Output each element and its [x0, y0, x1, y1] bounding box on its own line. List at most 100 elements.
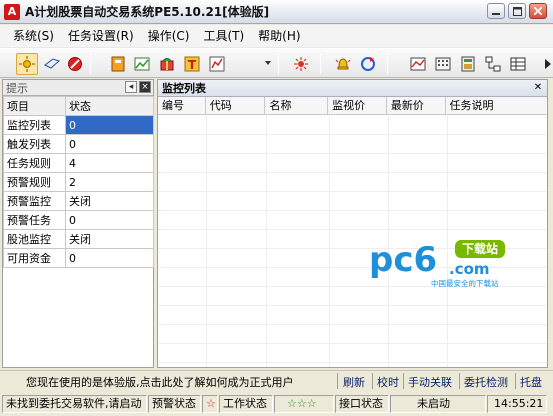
register-icon — [461, 56, 475, 72]
toolbar-tag-button[interactable] — [41, 53, 63, 75]
table-row[interactable]: 监控列表 0 — [3, 115, 154, 135]
alert-star-icon: ☆ — [202, 395, 218, 413]
toolbar-chart-button[interactable] — [131, 53, 153, 75]
interface-status-label: 接口状态 — [335, 395, 389, 413]
table-row[interactable]: 触发列表 0 — [3, 134, 154, 154]
toolbar-book-button[interactable] — [107, 53, 129, 75]
hint-panel-title: 提示 — [6, 81, 28, 95]
interface-status-value: 未启动 — [390, 395, 486, 413]
restore-icon — [512, 6, 522, 16]
close-icon — [534, 7, 542, 15]
toolbar-alert-button[interactable] — [332, 53, 354, 75]
table-row[interactable]: 预警规则 2 — [3, 172, 154, 192]
minimize-button[interactable] — [487, 3, 505, 19]
table-icon — [510, 57, 526, 71]
title-bar: A A计划股票自动交易系统PE5.10.21[体验版] — [0, 0, 553, 24]
row-value: 0 — [65, 115, 154, 135]
row-value: 关闭 — [65, 191, 154, 211]
hint-panel: 提示 ◂ × 项目 状态 监控列表 0 触发列表 0 任务规则 4 预警规则 2… — [2, 79, 154, 368]
toolbar-t-button[interactable]: T — [181, 53, 203, 75]
column-header-latest-price[interactable]: 最新价 — [387, 97, 446, 114]
column-header-name[interactable]: 名称 — [265, 97, 329, 114]
close-icon[interactable]: ✕ — [532, 82, 544, 94]
window-title: A计划股票自动交易系统PE5.10.21[体验版] — [25, 5, 270, 19]
monitor-grid-header: 编号 代码 名称 监视价 最新价 任务说明 — [158, 97, 547, 115]
menu-system[interactable]: 系统(S) — [6, 26, 61, 46]
row-name: 触发列表 — [3, 134, 66, 154]
alert-status-label: 预警状态 — [148, 395, 201, 413]
svg-text:.com: .com — [449, 260, 490, 278]
column-header-watch-price[interactable]: 监视价 — [328, 97, 387, 114]
row-value: 4 — [65, 153, 154, 173]
pc6-watermark-logo: pc6 下载站 .com 中国最安全的下载站 — [369, 237, 515, 289]
order-detect-link[interactable]: 委托检测 — [464, 374, 508, 390]
toolbar-refresh-button[interactable] — [357, 53, 379, 75]
toolbar-burst-button[interactable] — [290, 53, 312, 75]
toolbar-register-button[interactable] — [457, 53, 479, 75]
column-header-id[interactable]: 编号 — [158, 97, 206, 114]
sun-icon — [19, 56, 35, 72]
row-value: 2 — [65, 172, 154, 192]
toolbar-stop-button[interactable] — [64, 53, 86, 75]
restore-button[interactable] — [508, 3, 526, 19]
clock: 14:55:21 — [487, 395, 547, 413]
stop-icon — [68, 57, 82, 71]
toolbar-table-button[interactable] — [507, 53, 529, 75]
column-header-code[interactable]: 代码 — [206, 97, 266, 114]
svg-text:pc6: pc6 — [369, 240, 437, 280]
menu-bar: 系统(S) 任务设置(R) 操作(C) 工具(T) 帮助(H) — [0, 25, 553, 47]
sun-burst-icon — [294, 57, 308, 71]
column-header-task-desc[interactable]: 任务说明 — [446, 97, 547, 114]
table-row[interactable]: 预警监控 关闭 — [3, 191, 154, 211]
manual-link-link[interactable]: 手动关联 — [408, 374, 452, 390]
toolbar-grid-chart-button[interactable] — [206, 53, 228, 75]
svg-text:下载站: 下载站 — [462, 241, 498, 256]
row-value: 0 — [65, 210, 154, 230]
row-name: 预警任务 — [3, 210, 66, 230]
table-row[interactable]: 任务规则 4 — [3, 153, 154, 173]
status-bar: 未找到委托交易软件,请启动 预警状态 ☆ 工作状态 ☆☆☆ 接口状态 未启动 1… — [0, 392, 553, 416]
minimize-icon — [492, 13, 500, 15]
network-icon — [485, 56, 501, 72]
row-name: 预警监控 — [3, 191, 66, 211]
monitor-list-header: 监控列表 ✕ — [158, 80, 547, 97]
close-button[interactable] — [529, 3, 547, 19]
row-value: 0 — [65, 134, 154, 154]
column-header: 状态 — [65, 96, 154, 116]
sync-time-link[interactable]: 校时 — [377, 374, 399, 390]
menu-tools[interactable]: 工具(T) — [196, 26, 251, 46]
row-name: 可用资金 — [3, 248, 66, 268]
upgrade-message-link[interactable]: 您现在使用的是体验版,点击此处了解如何成为正式用户 — [26, 374, 294, 390]
row-value: 关闭 — [65, 229, 154, 249]
chevron-down-icon[interactable] — [265, 61, 271, 65]
row-name: 预警规则 — [3, 172, 66, 192]
refresh-link[interactable]: 刷新 — [343, 374, 365, 390]
toolbar-gift-button[interactable] — [156, 53, 178, 75]
hint-panel-header: 提示 ◂ × — [3, 80, 153, 96]
tray-link[interactable]: 托盘 — [520, 374, 542, 390]
menu-task-settings[interactable]: 任务设置(R) — [61, 26, 141, 46]
table-row[interactable]: 可用资金 0 — [3, 248, 154, 268]
table-row[interactable]: 预警任务 0 — [3, 210, 154, 230]
refresh-icon — [361, 57, 375, 71]
panel-menu-button[interactable]: ◂ — [125, 81, 137, 93]
toolbar-overflow-arrow-icon[interactable] — [545, 59, 551, 69]
table-header-row: 项目 状态 — [3, 96, 154, 116]
toolbar-start-button[interactable] — [16, 53, 38, 75]
app-logo-icon: A — [4, 3, 20, 20]
panel-close-button[interactable]: × — [139, 81, 151, 93]
toolbar-panel-button[interactable] — [432, 53, 454, 75]
table-row[interactable]: 股池监控 关闭 — [3, 229, 154, 249]
grid-chart-icon — [209, 56, 225, 72]
toolbar-line-chart-button[interactable] — [407, 53, 429, 75]
toolbar-network-button[interactable] — [482, 53, 504, 75]
row-value: 0 — [65, 248, 154, 268]
row-name: 任务规则 — [3, 153, 66, 173]
tag-icon — [44, 58, 60, 69]
status-table: 项目 状态 监控列表 0 触发列表 0 任务规则 4 预警规则 2 预警监控 关… — [3, 96, 154, 268]
work-status-label: 工作状态 — [219, 395, 273, 413]
menu-operation[interactable]: 操作(C) — [141, 26, 197, 46]
letter-t-icon: T — [184, 56, 200, 72]
menu-help[interactable]: 帮助(H) — [251, 26, 307, 46]
dots-panel-icon — [435, 57, 451, 71]
